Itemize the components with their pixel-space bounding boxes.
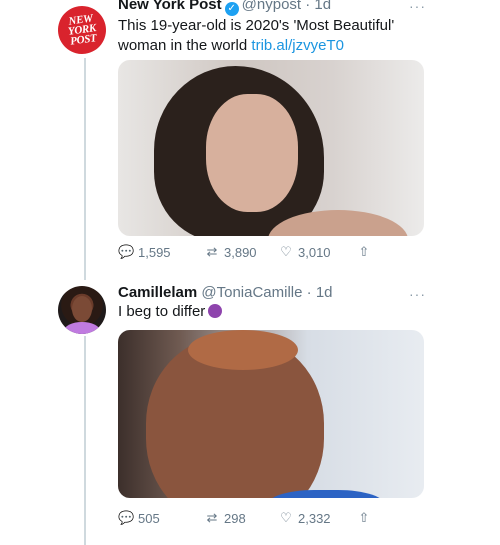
tweet-image[interactable] bbox=[118, 330, 424, 498]
reply-count: 505 bbox=[138, 510, 160, 526]
avatar-shirt bbox=[64, 322, 100, 334]
share-button[interactable]: ⇧ bbox=[356, 244, 372, 260]
retweet-button[interactable]: ⇄ 298 bbox=[204, 510, 246, 526]
share-icon: ⇧ bbox=[358, 244, 370, 259]
like-count: 3,010 bbox=[298, 244, 331, 260]
retweet-count: 3,890 bbox=[224, 244, 257, 260]
reply-count: 1,595 bbox=[138, 244, 171, 260]
tweet-reply[interactable]: Camillelam @ToniaCamille · 1d ··· I beg … bbox=[0, 280, 500, 545]
heart-icon: ♡ bbox=[280, 244, 292, 259]
heart-icon: ♡ bbox=[280, 510, 292, 525]
tweet-actions: 💬 1,595 ⇄ 3,890 ♡ 3,010 ⇧ bbox=[118, 244, 424, 264]
author-handle[interactable]: @ToniaCamille bbox=[201, 284, 302, 301]
nypost-avatar[interactable]: NEW YORK POST bbox=[54, 2, 110, 58]
like-count: 2,332 bbox=[298, 510, 331, 526]
retweet-icon: ⇄ bbox=[206, 510, 218, 525]
tweet-time[interactable]: · 1d bbox=[305, 0, 331, 13]
like-button[interactable]: ♡ 3,010 bbox=[278, 244, 331, 260]
reply-icon: 💬 bbox=[118, 510, 135, 525]
retweet-icon: ⇄ bbox=[206, 244, 218, 259]
tweet-actions: 💬 505 ⇄ 298 ♡ 2,332 ⇧ bbox=[118, 510, 424, 530]
verified-icon: ✓ bbox=[224, 2, 239, 16]
tweet-link[interactable]: trib.al/jzvyeT0 bbox=[251, 37, 344, 54]
tweet-body: I beg to differ bbox=[118, 303, 206, 320]
retweet-button[interactable]: ⇄ 3,890 bbox=[204, 244, 257, 260]
avatar-face bbox=[72, 296, 92, 322]
reply-button[interactable]: 💬 1,595 bbox=[118, 244, 171, 260]
image-face bbox=[206, 94, 298, 212]
author-name[interactable]: Camillelam bbox=[118, 284, 197, 301]
retweet-count: 298 bbox=[224, 510, 246, 526]
more-icon[interactable]: ··· bbox=[409, 286, 426, 302]
reply-button[interactable]: 💬 505 bbox=[118, 510, 160, 526]
logo-line-3: POST bbox=[69, 32, 98, 48]
image-hair bbox=[188, 330, 298, 370]
author-name[interactable]: New York Post bbox=[118, 0, 222, 13]
tweet-image[interactable] bbox=[118, 60, 424, 236]
emoji-icon bbox=[208, 304, 223, 318]
share-icon: ⇧ bbox=[358, 510, 370, 525]
tweet-header: Camillelam @ToniaCamille · 1d bbox=[118, 284, 333, 302]
tweet-text: I beg to differ bbox=[118, 302, 223, 322]
camillelam-avatar[interactable] bbox=[58, 286, 106, 334]
tweet-text: This 19-year-old is 2020's 'Most Beautif… bbox=[118, 16, 438, 56]
tweet-header: New York Post ✓ @nypost · 1d bbox=[118, 0, 331, 16]
reply-icon: 💬 bbox=[118, 244, 135, 259]
more-icon[interactable]: ··· bbox=[409, 0, 426, 14]
tweet-nypost[interactable]: NEW YORK POST New York Post ✓ @nypost · 1d… bbox=[0, 0, 500, 280]
author-handle[interactable]: @nypost bbox=[242, 0, 301, 13]
tweet-time[interactable]: · 1d bbox=[307, 284, 333, 301]
like-button[interactable]: ♡ 2,332 bbox=[278, 510, 331, 526]
share-button[interactable]: ⇧ bbox=[356, 510, 372, 526]
